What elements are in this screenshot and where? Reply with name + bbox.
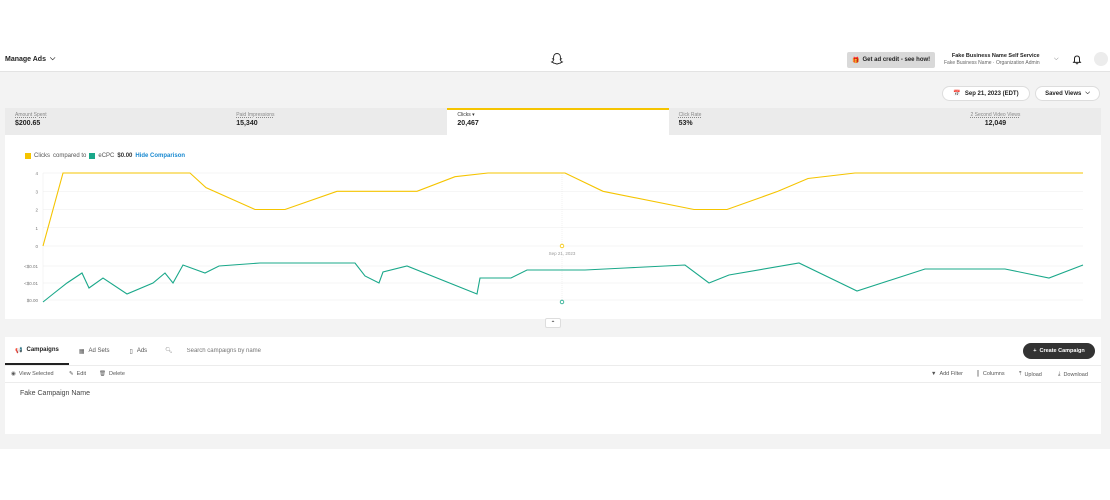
clicks-crosshair-point bbox=[559, 243, 565, 249]
action-label: Delete bbox=[108, 371, 125, 377]
saved-views-label: Saved Views bbox=[1045, 90, 1082, 97]
tab-label: Ads bbox=[136, 348, 148, 354]
manage-ads-dropdown[interactable]: Manage Ads ⌵ bbox=[5, 55, 55, 63]
download-icon: ⤓ bbox=[1058, 371, 1061, 377]
action-label: Columns bbox=[982, 371, 1005, 377]
tab-ad-sets[interactable]: ▦ Ad Sets bbox=[69, 337, 120, 365]
crosshair-label: Sep 21, 2023 bbox=[549, 251, 576, 256]
action-label: View Selected bbox=[18, 371, 54, 377]
tab-label: Campaigns bbox=[26, 347, 59, 353]
metric-value: 53% bbox=[678, 120, 693, 127]
bell-icon[interactable] bbox=[1070, 53, 1084, 67]
business-chevron-icon[interactable]: ⌵ bbox=[1054, 56, 1059, 63]
metric-click-rate[interactable]: Click Rate 53% bbox=[669, 108, 890, 135]
ecpc-series-line bbox=[42, 262, 1084, 303]
avatar[interactable] bbox=[1094, 52, 1108, 66]
collapse-chart-button[interactable]: ⌃ bbox=[545, 318, 561, 328]
view-selected-button[interactable]: ◉ View Selected bbox=[11, 371, 54, 377]
metric-label: Clicks ▾ bbox=[457, 112, 475, 118]
campaign-search: 🔍︎ bbox=[165, 347, 387, 354]
business-switcher[interactable]: Fake Business Name Self Service Fake Bus… bbox=[944, 53, 1040, 67]
tab-label: Ad Sets bbox=[88, 348, 110, 354]
metric-label: Paid Impressions bbox=[236, 112, 275, 118]
metric-value: 20,467 bbox=[457, 120, 479, 127]
y-tick-label: 3 bbox=[35, 189, 38, 194]
clicks-ecpc-chart: 4 3 2 1 0 <$0.01 <$0.01 $0.00 Sep 21, 2023 bbox=[24, 171, 1084, 305]
ecpc-crosshair-point bbox=[559, 299, 565, 305]
date-label: Sep 21, 2023 (EDT) bbox=[964, 90, 1019, 97]
credit-label: Get ad credit - see how! bbox=[862, 57, 931, 63]
metric-video-views[interactable]: 2 Second Video Views 12,049 bbox=[890, 108, 1101, 135]
trash-icon: 🗑︎ bbox=[99, 371, 106, 377]
tab-ads[interactable]: ▯ Ads bbox=[120, 337, 158, 365]
y-tick-label: 2 bbox=[35, 208, 38, 213]
business-role: Fake Business Name · Organization Admin bbox=[944, 60, 1040, 66]
y-tick-label: <$0.01 bbox=[24, 281, 38, 286]
metric-value: $200.65 bbox=[15, 120, 41, 127]
search-icon: 🔍︎ bbox=[165, 348, 173, 354]
search-input[interactable] bbox=[186, 347, 387, 354]
edit-button[interactable]: ✎ Edit bbox=[69, 371, 86, 377]
metric-label: Amount Spent bbox=[15, 112, 47, 118]
table-row[interactable]: Fake Campaign Name bbox=[20, 390, 90, 397]
columns-icon: ║ bbox=[976, 371, 980, 377]
action-label: Download bbox=[1063, 371, 1088, 378]
download-button[interactable]: ⤓ Download bbox=[1058, 371, 1088, 378]
columns-button[interactable]: ║ Columns bbox=[976, 371, 1005, 377]
megaphone-icon: 📢 bbox=[15, 347, 23, 354]
y-tick-label: 4 bbox=[35, 171, 38, 176]
saved-views-button[interactable]: Saved Views ⌵ bbox=[1035, 86, 1100, 101]
chevron-up-icon: ⌃ bbox=[550, 320, 556, 327]
gift-icon: 🎁 bbox=[852, 57, 860, 64]
caret-down-icon[interactable]: ▾ bbox=[472, 112, 475, 118]
metric-label: 2 Second Video Views bbox=[970, 112, 1021, 118]
upload-icon: ⤒ bbox=[1019, 371, 1022, 377]
campaign-table-card: 📢 Campaigns ▦ Ad Sets ▯ Ads 🔍︎ + Create … bbox=[5, 337, 1101, 434]
y-tick-label: $0.00 bbox=[27, 298, 39, 303]
pencil-icon: ✎ bbox=[69, 371, 74, 377]
chart-card: Clicks compared to eCPC $0.00 Hide Compa… bbox=[5, 135, 1101, 319]
y-tick-label: 1 bbox=[35, 226, 38, 231]
date-picker-button[interactable]: 📅 Sep 21, 2023 (EDT) bbox=[942, 86, 1030, 101]
y-tick-label: <$0.01 bbox=[24, 264, 38, 269]
campaign-name: Fake Campaign Name bbox=[20, 390, 91, 397]
grid-icon: ▦ bbox=[78, 348, 85, 355]
entity-tabs: 📢 Campaigns ▦ Ad Sets ▯ Ads bbox=[5, 337, 157, 365]
action-label: Edit bbox=[76, 371, 87, 377]
delete-button[interactable]: 🗑︎ Delete bbox=[99, 371, 125, 377]
metrics-strip: Amount Spent $200.65 Paid Impressions 15… bbox=[5, 108, 1101, 135]
create-campaign-button[interactable]: + Create Campaign bbox=[1023, 343, 1095, 359]
metric-clicks[interactable]: Clicks ▾ 20,467 bbox=[447, 108, 669, 135]
snapchat-ghost-icon[interactable] bbox=[550, 52, 564, 66]
metric-value: 12,049 bbox=[984, 120, 1007, 127]
business-name: Fake Business Name Self Service bbox=[951, 53, 1040, 59]
metric-amount-spent[interactable]: Amount Spent $200.65 bbox=[5, 108, 226, 135]
manage-ads-label: Manage Ads bbox=[5, 55, 46, 63]
chevron-down-icon: ⌵ bbox=[1085, 90, 1090, 96]
upload-button[interactable]: ⤒ Upload bbox=[1019, 371, 1042, 378]
plus-icon: + bbox=[1033, 348, 1037, 354]
metric-label: Click Rate bbox=[678, 112, 702, 118]
metric-paid-impressions[interactable]: Paid Impressions 15,340 bbox=[226, 108, 447, 135]
create-label: Create Campaign bbox=[1039, 348, 1085, 354]
filter-icon: ▼ bbox=[931, 371, 937, 377]
tab-campaigns[interactable]: 📢 Campaigns bbox=[5, 337, 69, 365]
chevron-down-icon: ⌵ bbox=[49, 55, 56, 62]
get-ad-credit-button[interactable]: 🎁 Get ad credit - see how! bbox=[847, 52, 936, 68]
add-filter-button[interactable]: ▼ Add Filter bbox=[931, 371, 963, 377]
top-bar: Manage Ads ⌵ 🎁 Get ad credit - see how! … bbox=[0, 48, 1110, 72]
eye-icon: ◉ bbox=[11, 371, 16, 377]
phone-icon: ▯ bbox=[129, 348, 133, 355]
table-toolbar: ◉ View Selected ✎ Edit 🗑︎ Delete ▼ Add Filte… bbox=[5, 365, 1101, 383]
calendar-icon: 📅 bbox=[953, 91, 961, 97]
action-label: Add Filter bbox=[939, 371, 963, 377]
y-tick-label: 0 bbox=[35, 244, 38, 249]
action-label: Upload bbox=[1024, 371, 1042, 378]
metric-value: 15,340 bbox=[236, 120, 258, 127]
